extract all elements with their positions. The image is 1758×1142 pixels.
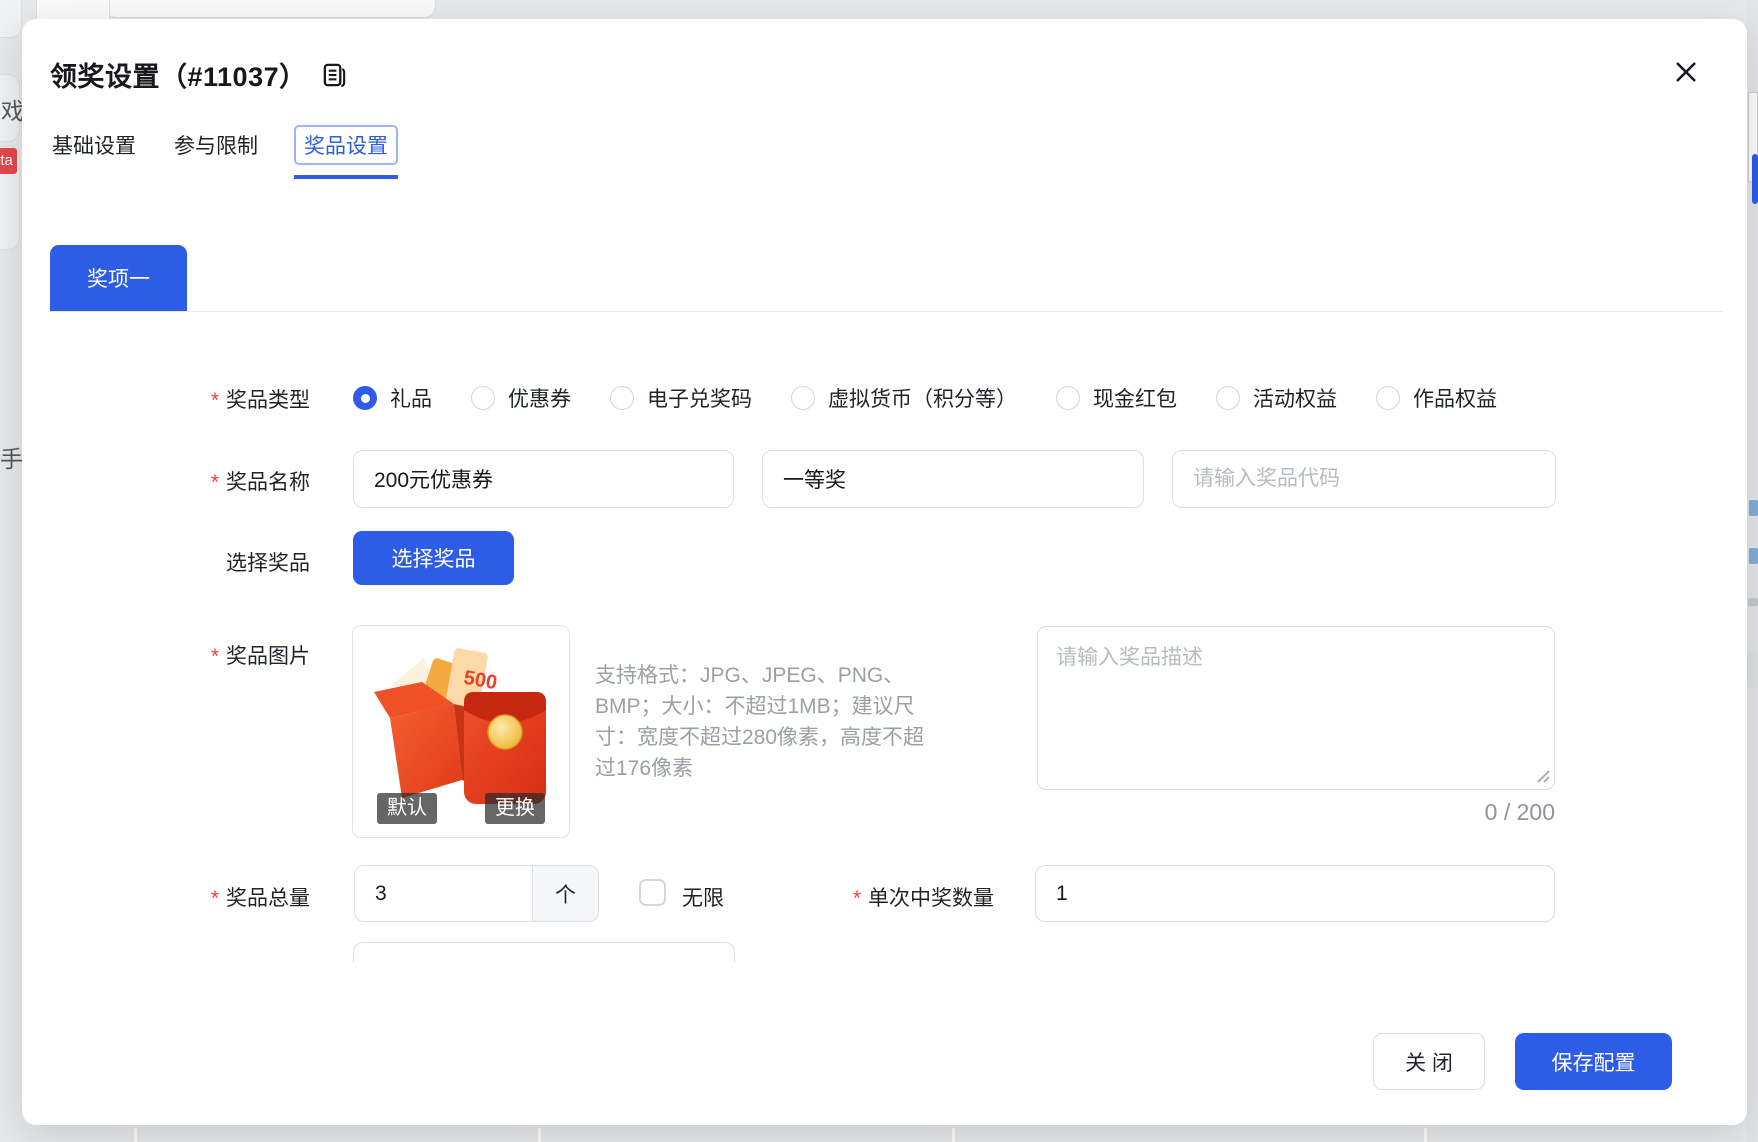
- unlimited-label: 无限: [682, 882, 724, 912]
- dialog-title-text: 领奖设置（#11037）: [50, 55, 307, 94]
- bg-fragment-chip: [1749, 500, 1758, 516]
- radio-coupon[interactable]: 优惠券: [471, 383, 571, 413]
- single-win-label: 单次中奖数量: [782, 882, 994, 912]
- close-button[interactable]: 关 闭: [1373, 1033, 1485, 1090]
- bg-table-divider: [952, 1128, 955, 1142]
- radio-circle-icon: [1216, 386, 1240, 410]
- prize-item-tab-1[interactable]: 奖项一: [50, 245, 187, 311]
- single-win-input[interactable]: [1035, 865, 1555, 922]
- bg-fragment-chip: [1748, 598, 1758, 606]
- radio-circle-icon: [1376, 386, 1400, 410]
- textarea-resize-handle[interactable]: [1534, 767, 1550, 783]
- clipped-next-input[interactable]: [353, 942, 735, 962]
- prize-type-label: 奖品类型: [22, 384, 310, 414]
- unlimited-checkbox[interactable]: [639, 879, 666, 906]
- prize-code-input[interactable]: [1172, 450, 1556, 508]
- select-prize-label: 选择奖品: [22, 547, 310, 577]
- bg-fragment-panel: [1747, 652, 1758, 688]
- image-default-badge: 默认: [377, 793, 437, 824]
- prize-name-input[interactable]: [353, 450, 734, 508]
- radio-virtual-currency[interactable]: 虚拟货币（积分等）: [791, 383, 1017, 413]
- prize-settings-dialog: 领奖设置（#11037） 基础设置 参与限制 奖品设置 奖项一 奖品类型 礼品: [22, 19, 1747, 1125]
- dialog-tabs: 基础设置 参与限制 奖品设置: [50, 125, 398, 165]
- prize-total-input-group: 个: [354, 865, 599, 922]
- bg-table-divider: [538, 1128, 541, 1142]
- select-prize-button[interactable]: 选择奖品: [353, 531, 514, 585]
- radio-circle-icon: [471, 386, 495, 410]
- bg-fragment-box: [0, 0, 22, 38]
- bg-sidebar-text: 手: [0, 440, 23, 474]
- gift-redpacket-illustration: 500: [362, 640, 562, 815]
- prize-total-unit: 个: [532, 866, 598, 921]
- prize-total-input[interactable]: [355, 866, 532, 921]
- radio-ecode[interactable]: 电子兑奖码: [610, 383, 752, 413]
- dialog-body: 奖项一 奖品类型 礼品 优惠券 电子兑奖码 虚拟货币（积分等）: [22, 185, 1747, 962]
- bg-fragment-toolbar: [104, 0, 436, 18]
- bg-beta-badge: eta: [0, 148, 17, 174]
- bg-fragment-chip: [1749, 548, 1758, 564]
- image-change-button[interactable]: 更换: [485, 793, 545, 824]
- prize-item-tabbar: 奖项一: [50, 245, 1723, 312]
- prize-name-label: 奖品名称: [22, 466, 310, 496]
- prize-description-textarea[interactable]: [1037, 626, 1555, 790]
- tab-prize-settings[interactable]: 奖品设置: [294, 125, 398, 165]
- image-format-hint: 支持格式：JPG、JPEG、PNG、BMP；大小：不超过1MB；建议尺寸：宽度不…: [595, 660, 935, 784]
- radio-cash-redpacket[interactable]: 现金红包: [1056, 383, 1177, 413]
- bg-table-divider: [1424, 1128, 1427, 1142]
- radio-gift[interactable]: 礼品: [353, 383, 432, 413]
- bg-sidebar-text: 戏: [1, 92, 24, 126]
- radio-activity-benefit[interactable]: 活动权益: [1216, 383, 1337, 413]
- tab-basic-settings[interactable]: 基础设置: [50, 125, 138, 165]
- bg-scrollbar[interactable]: [1752, 154, 1758, 204]
- tab-participation-limits[interactable]: 参与限制: [172, 125, 260, 165]
- description-char-counter: 0 / 200: [1037, 799, 1555, 826]
- prize-image-label: 奖品图片: [22, 640, 310, 670]
- copy-document-icon[interactable]: [321, 62, 348, 89]
- radio-circle-icon: [610, 386, 634, 410]
- prize-level-input[interactable]: [762, 450, 1144, 508]
- prize-image-preview[interactable]: 500 默认 更换: [352, 625, 570, 838]
- close-icon[interactable]: [1669, 55, 1703, 89]
- radio-work-benefit[interactable]: 作品权益: [1376, 383, 1497, 413]
- bg-table-divider: [134, 1128, 137, 1142]
- dialog-footer: 关 闭 保存配置: [22, 1033, 1747, 1090]
- save-config-button[interactable]: 保存配置: [1515, 1033, 1672, 1090]
- radio-circle-icon: [353, 386, 377, 410]
- prize-total-label: 奖品总量: [22, 882, 310, 912]
- dialog-title: 领奖设置（#11037）: [50, 55, 348, 94]
- prize-type-radio-group: 礼品 优惠券 电子兑奖码 虚拟货币（积分等） 现金红包 活动权益: [353, 383, 1497, 413]
- radio-circle-icon: [791, 386, 815, 410]
- radio-circle-icon: [1056, 386, 1080, 410]
